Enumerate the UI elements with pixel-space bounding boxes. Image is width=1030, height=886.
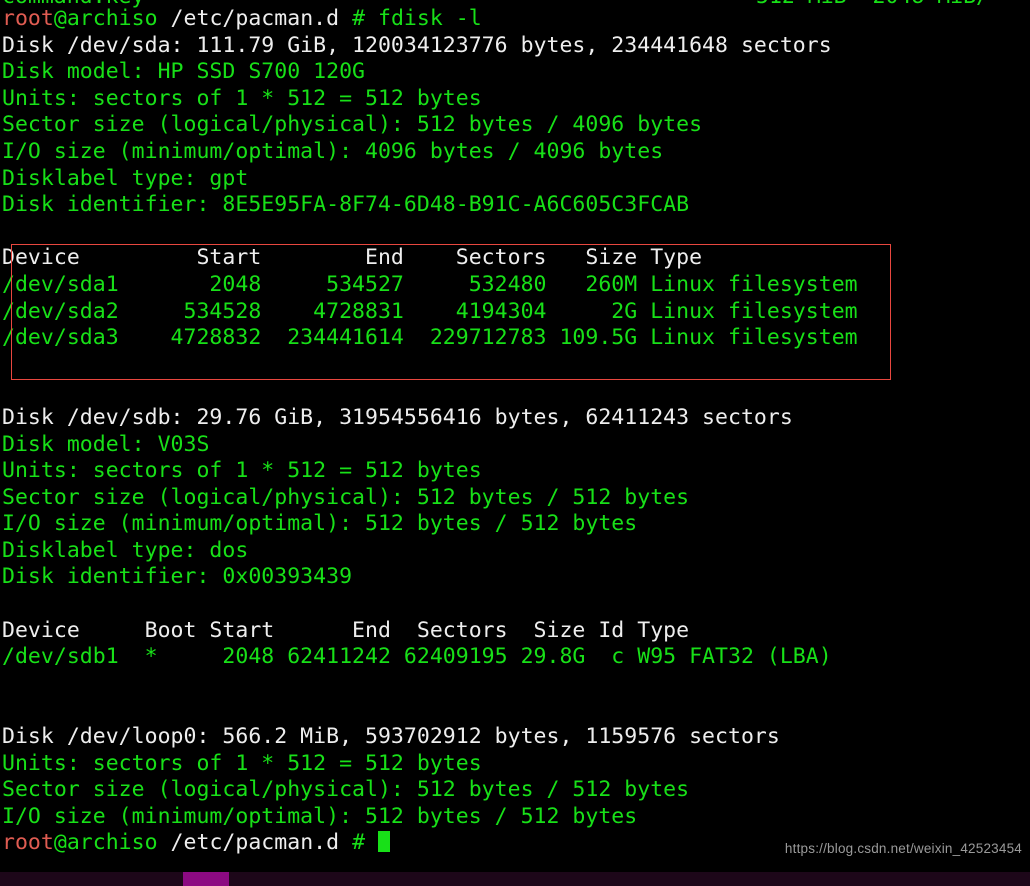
terminal-window[interactable]: command.key 512 MiB 2048 MiB/ root@archi…: [0, 0, 1030, 872]
terminal-output: root@archiso /etc/pacman.d # fdisk -l Di…: [0, 6, 1030, 857]
taskbar-active-window-item[interactable]: [183, 872, 229, 886]
sda-partition-row: /dev/sda2 534528 4728831 4194304 2G Linu…: [2, 298, 858, 324]
sda-units-line: Units: sectors of 1 * 512 = 512 bytes: [2, 85, 482, 111]
sdb-sector-size-line: Sector size (logical/physical): 512 byte…: [2, 484, 690, 510]
sda-sector-size-line: Sector size (logical/physical): 512 byte…: [2, 112, 703, 138]
prompt-line-command: root@archiso /etc/pacman.d # fdisk -l: [0, 6, 1030, 33]
sda-model-line: Disk model: HP SSD S700 120G: [2, 59, 365, 85]
prompt-user: root: [2, 6, 54, 31]
prompt-command: fdisk -l: [378, 6, 482, 31]
desktop-taskbar[interactable]: [0, 872, 1030, 886]
prompt-host: @archiso: [53, 830, 158, 856]
sda-table-header: Device Start End Sectors Size Type: [2, 245, 703, 271]
text-cursor: [378, 831, 390, 853]
prompt-symbol: #: [352, 830, 366, 856]
sdb-identifier-line: Disk identifier: 0x00393439: [2, 564, 353, 590]
sdb-partition-row: /dev/sdb1 * 2048 62411242 62409195 29.8G…: [2, 644, 832, 670]
sdb-io-size-line: I/O size (minimum/optimal): 512 bytes / …: [2, 511, 638, 537]
prompt-space3: [365, 830, 378, 855]
sda-disklabel-line: Disklabel type: gpt: [2, 165, 249, 191]
watermark-text: https://blog.csdn.net/weixin_42523454: [784, 841, 1022, 856]
loop0-io-size-line: I/O size (minimum/optimal): 512 bytes / …: [2, 803, 638, 829]
sdb-units-line: Units: sectors of 1 * 512 = 512 bytes: [2, 458, 482, 484]
prompt-host: @archiso: [53, 6, 158, 31]
prompt-path: /etc/pacman.d: [170, 830, 340, 856]
sda-identifier-line: Disk identifier: 8E5E95FA-8F74-6D48-B91C…: [2, 192, 690, 218]
prompt-space3: [365, 6, 378, 31]
prompt-path: /etc/pacman.d: [170, 6, 340, 31]
sda-io-size-line: I/O size (minimum/optimal): 4096 bytes /…: [2, 138, 664, 164]
sdb-table-header: Device Boot Start End Sectors Size Id Ty…: [2, 617, 690, 643]
sdb-disk-line: Disk /dev/sdb: 29.76 GiB, 31954556416 by…: [2, 404, 793, 430]
sdb-disklabel-line: Disklabel type: dos: [2, 537, 249, 563]
prompt-space2: [339, 6, 352, 31]
sda-partition-row: /dev/sda3 4728832 234441614 229712783 10…: [2, 325, 858, 351]
sda-partition-row: /dev/sda1 2048 534527 532480 260M Linux …: [2, 271, 858, 297]
loop0-units-line: Units: sectors of 1 * 512 = 512 bytes: [2, 750, 482, 776]
sdb-model-line: Disk model: V03S: [2, 431, 210, 457]
prompt-symbol: #: [352, 6, 366, 31]
prompt-user: root: [2, 830, 54, 856]
loop0-sector-size-line: Sector size (logical/physical): 512 byte…: [2, 777, 690, 803]
loop0-disk-line: Disk /dev/loop0: 566.2 MiB, 593702912 by…: [2, 724, 780, 750]
prompt-space2: [339, 830, 352, 855]
sda-disk-line: Disk /dev/sda: 111.79 GiB, 120034123776 …: [2, 32, 832, 58]
